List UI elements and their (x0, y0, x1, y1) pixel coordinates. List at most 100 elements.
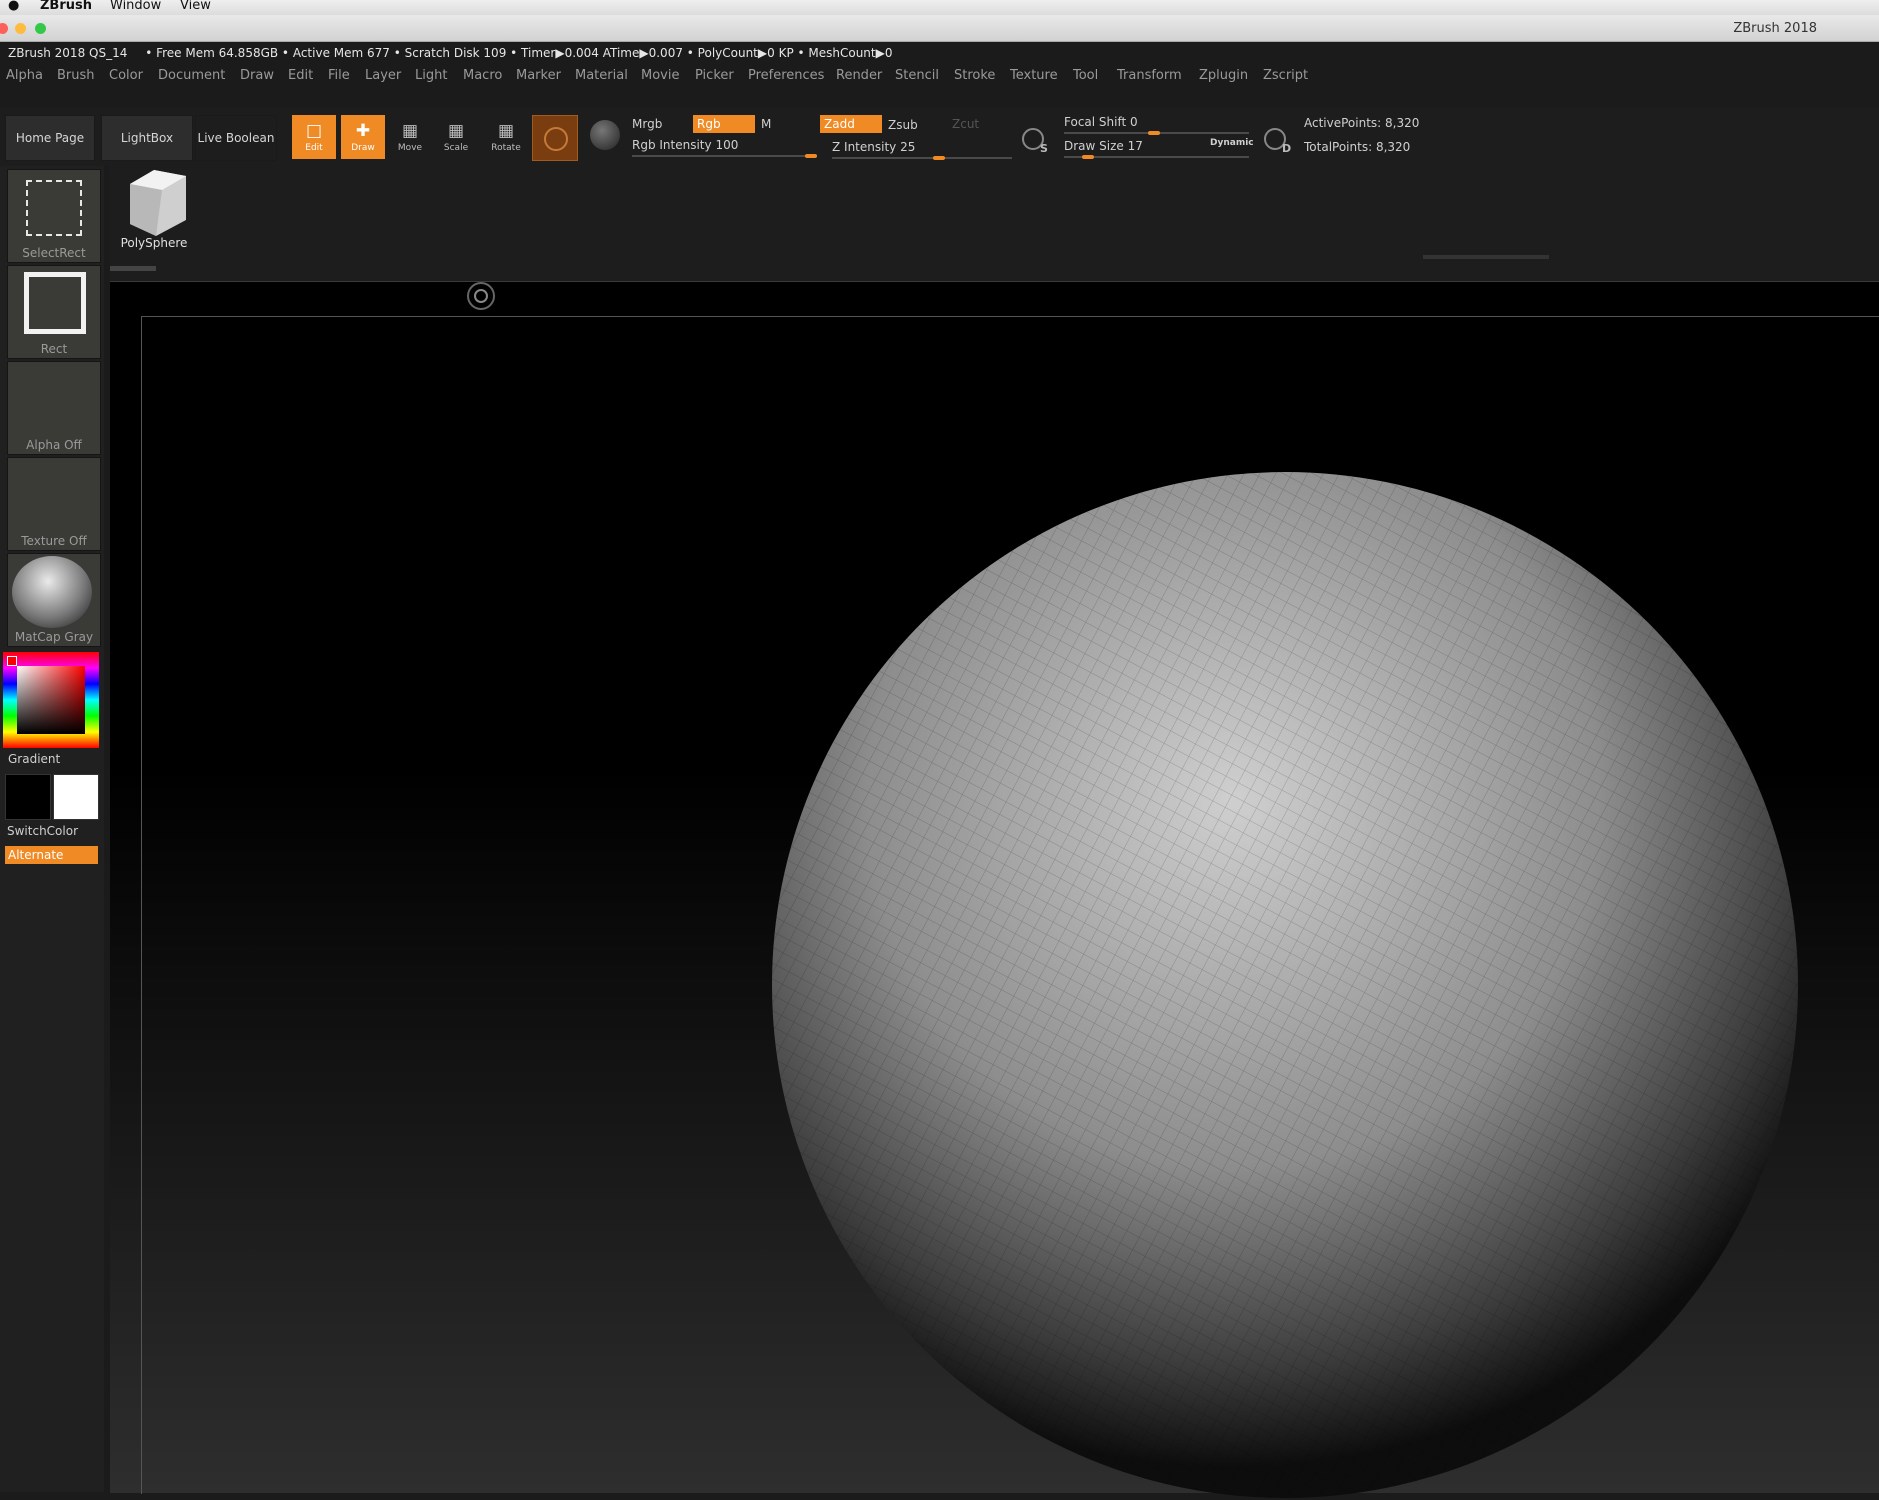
dynamic-toggle[interactable]: Dynamic (1210, 138, 1254, 148)
menu-window[interactable]: Window (110, 0, 161, 13)
move-button[interactable]: ▦ Move (388, 115, 432, 159)
main-menu-bar: Alpha Brush Color Document Draw Edit Fil… (0, 68, 1879, 88)
zadd-button[interactable]: Zadd (820, 115, 882, 133)
menu-file[interactable]: File (328, 68, 350, 83)
alternate-button[interactable]: Alternate (5, 846, 98, 864)
menu-render[interactable]: Render (836, 68, 882, 83)
focal-shift-knob[interactable] (1148, 131, 1160, 135)
menu-color[interactable]: Color (109, 68, 143, 83)
polysphere-thumbnail[interactable] (114, 166, 194, 246)
menu-movie[interactable]: Movie (641, 68, 679, 83)
menu-transform[interactable]: Transform (1117, 68, 1182, 83)
alpha-off-label: Alpha Off (26, 438, 82, 452)
minimize-window-icon[interactable] (15, 23, 26, 34)
z-intensity-knob[interactable] (933, 156, 945, 160)
total-points-value: 8,320 (1375, 140, 1411, 154)
rgb-intensity-knob[interactable] (805, 154, 817, 158)
draw-size-knob[interactable] (1082, 155, 1094, 159)
menu-alpha[interactable]: Alpha (6, 68, 43, 83)
lightbox-button[interactable]: LightBox (101, 115, 193, 161)
menu-app[interactable]: ZBrush (40, 0, 92, 13)
menu-view[interactable]: View (180, 0, 211, 13)
polysphere-label: PolySphere (120, 236, 188, 250)
z-intensity-track (832, 157, 1012, 159)
main-color-swatch[interactable] (5, 774, 51, 820)
mac-menu-bar: ● ZBrush Window View (0, 0, 1879, 15)
rotate-button[interactable]: ▦ Rotate (484, 115, 528, 159)
scale-button[interactable]: ▦ Scale (434, 115, 478, 159)
draw-button[interactable]: ✚ Draw (341, 115, 385, 159)
menu-preferences[interactable]: Preferences (748, 68, 824, 83)
rgb-intensity-label: Rgb Intensity 100 (632, 138, 739, 152)
rotate-icon: ▦ (497, 121, 515, 141)
switch-color-button[interactable]: SwitchColor (7, 824, 78, 838)
color-swatch-icon (7, 656, 17, 666)
edit-button[interactable]: □ Edit (292, 115, 336, 159)
zsub-button[interactable]: Zsub (888, 118, 918, 132)
home-page-button[interactable]: Home Page (5, 115, 95, 161)
rect-label: Rect (40, 342, 68, 356)
scale-label: Scale (443, 143, 469, 153)
matcap-sphere-icon (12, 556, 92, 628)
thumbnail-scrollbar[interactable] (110, 266, 156, 271)
rect-stroke-button[interactable]: Rect (7, 265, 101, 359)
active-points: ActivePoints: 8,320 (1304, 116, 1420, 130)
draw-size-label: Draw Size 17 (1064, 139, 1143, 153)
polysphere-mesh[interactable] (770, 470, 1800, 1500)
menu-zscript[interactable]: Zscript (1263, 68, 1308, 83)
m-button[interactable]: M (761, 117, 771, 131)
texture-off-label: Texture Off (21, 534, 87, 548)
zcut-button[interactable]: Zcut (952, 117, 979, 131)
secondary-color-swatch[interactable] (53, 774, 99, 820)
menu-stencil[interactable]: Stencil (895, 68, 939, 83)
z-intensity-value: 25 (900, 140, 916, 154)
z-intensity-label: Z Intensity 25 (832, 140, 916, 154)
symmetry-d-button[interactable]: D (1260, 122, 1294, 156)
rgb-button[interactable]: Rgb (693, 115, 755, 133)
matcap-label: MatCap Gray (14, 630, 94, 644)
edit-label: Edit (305, 143, 323, 153)
color-picker[interactable] (3, 652, 99, 748)
symmetry-s-button[interactable]: S (1018, 122, 1052, 156)
material-tile-button[interactable]: MatCap Gray (7, 553, 101, 647)
s-letter: S (1040, 142, 1048, 155)
menu-macro[interactable]: Macro (463, 68, 502, 83)
menu-picker[interactable]: Picker (695, 68, 734, 83)
menu-texture[interactable]: Texture (1010, 68, 1058, 83)
live-boolean-button[interactable]: Live Boolean (195, 115, 277, 161)
document-canvas[interactable] (110, 281, 1879, 1498)
status-line: ZBrush 2018 QS_14 • Free Mem 64.858GB • … (8, 46, 892, 60)
menu-light[interactable]: Light (415, 68, 447, 83)
menu-marker[interactable]: Marker (516, 68, 561, 83)
alpha-button[interactable]: Alpha Off (7, 361, 101, 455)
menu-layer[interactable]: Layer (365, 68, 401, 83)
draw-icon: ✚ (355, 121, 371, 141)
sculptris-icon[interactable] (590, 120, 620, 150)
zoom-window-icon[interactable] (35, 23, 46, 34)
shelf-collapse-handle[interactable] (1423, 255, 1549, 259)
menu-draw[interactable]: Draw (240, 68, 274, 83)
z-intensity-slider[interactable]: Z Intensity 25 (832, 140, 1012, 160)
window-title-bar: ZBrush 2018 (0, 15, 1879, 42)
material-sphere-icon (544, 127, 568, 151)
top-shelf: Home Page LightBox Live Boolean □ Edit ✚… (0, 108, 1879, 166)
menu-edit[interactable]: Edit (288, 68, 313, 83)
menu-document[interactable]: Document (158, 68, 225, 83)
mrgb-button[interactable]: Mrgb (632, 117, 662, 131)
material-button[interactable] (532, 115, 578, 161)
texture-button[interactable]: Texture Off (7, 457, 101, 551)
focal-shift-value: 0 (1130, 115, 1138, 129)
apple-icon[interactable]: ● (8, 0, 19, 13)
select-rect-button[interactable]: SelectRect (7, 169, 101, 263)
color-field[interactable] (17, 666, 85, 734)
close-window-icon[interactable] (0, 23, 8, 34)
menu-stroke[interactable]: Stroke (954, 68, 995, 83)
menu-material[interactable]: Material (575, 68, 628, 83)
menu-tool[interactable]: Tool (1073, 68, 1098, 83)
window-title: ZBrush 2018 (1733, 21, 1817, 36)
rgb-intensity-slider[interactable]: Rgb Intensity 100 (632, 138, 817, 158)
menu-brush[interactable]: Brush (57, 68, 95, 83)
draw-size-value: 17 (1127, 139, 1143, 153)
gradient-label[interactable]: Gradient (8, 752, 60, 766)
menu-zplugin[interactable]: Zplugin (1199, 68, 1248, 83)
